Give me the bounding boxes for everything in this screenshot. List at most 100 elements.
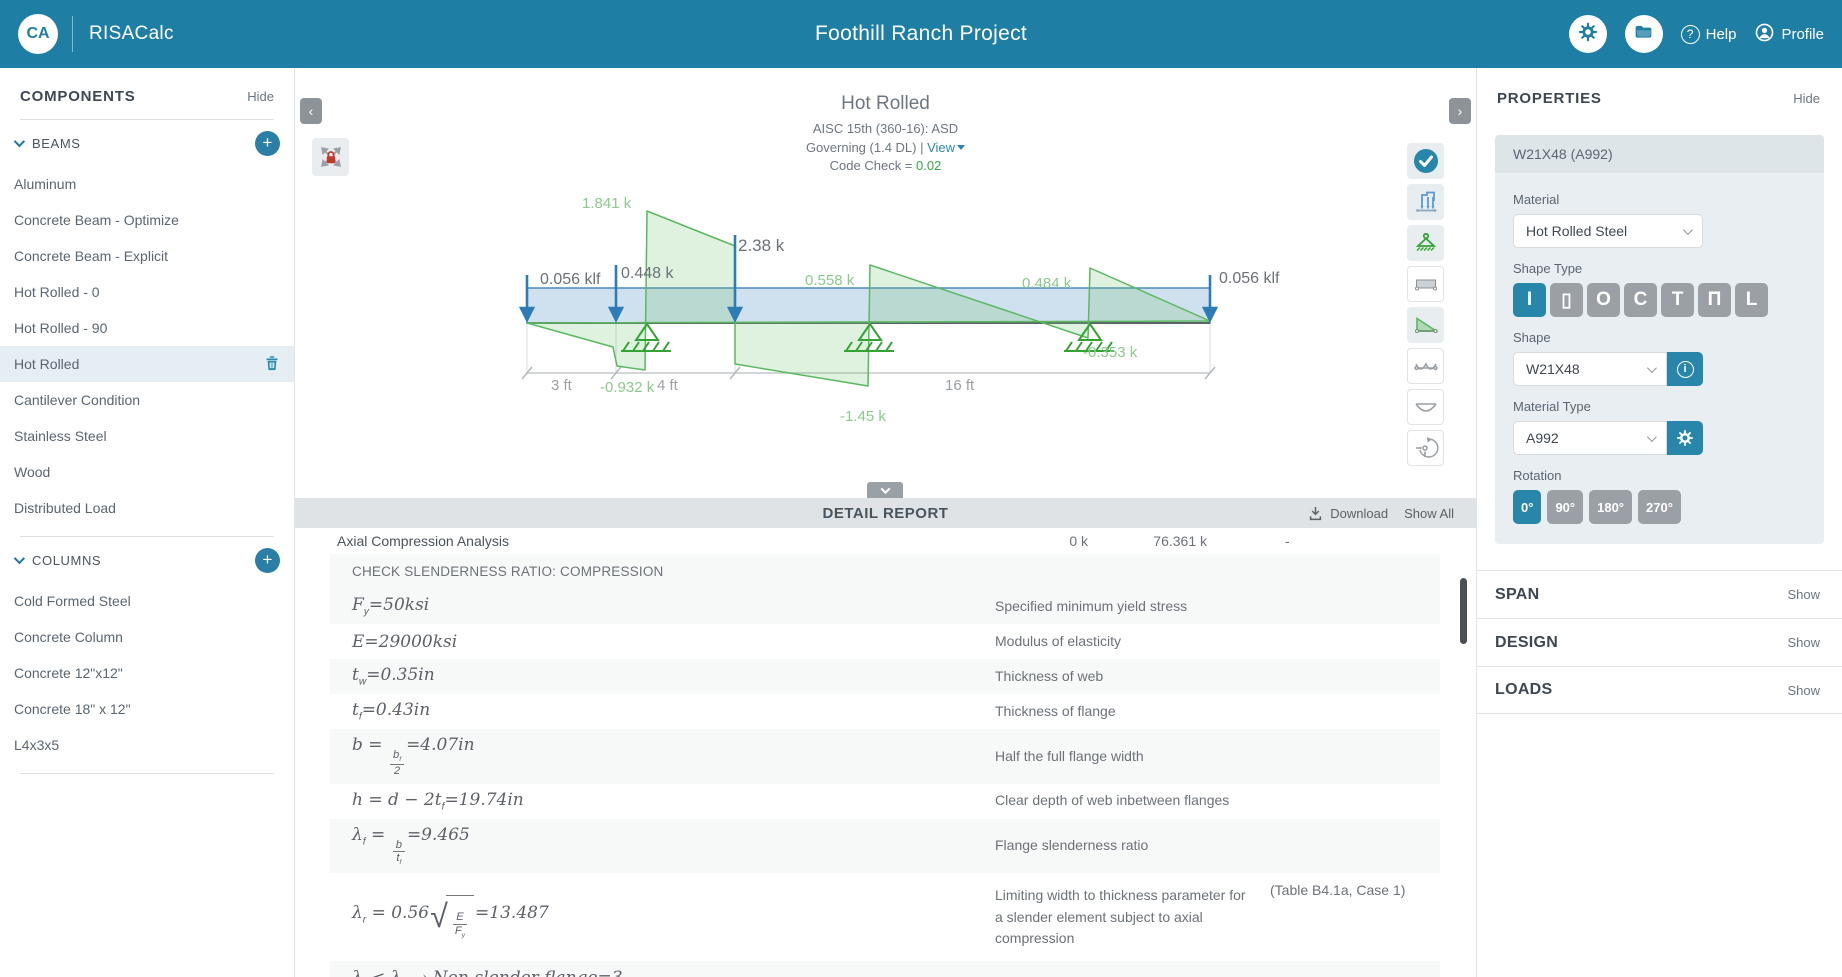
deflection-diagram-toggle[interactable] <box>1407 389 1444 425</box>
load-label-dist-left: 0.056 klf <box>540 271 600 289</box>
show-all-button[interactable]: Show All <box>1404 506 1454 521</box>
sidebar-item-concrete-12x12[interactable]: Concrete 12"x12" <box>0 655 294 691</box>
add-column-button[interactable]: + <box>255 548 280 573</box>
loads-toggle[interactable] <box>1407 184 1444 220</box>
header-divider <box>72 16 73 52</box>
sidebar-item-cold-formed-steel[interactable]: Cold Formed Steel <box>0 583 294 619</box>
table-row: λf = btf=9.465Flange slenderness ratio <box>330 819 1440 874</box>
material-select[interactable]: Hot Rolled Steel <box>1513 214 1703 248</box>
shear-label-neg2: -1.45 k <box>840 408 886 425</box>
top-header: CA RISACalc Foothill Ranch Project <box>0 0 1842 68</box>
rotation-0[interactable]: 0° <box>1513 490 1541 524</box>
material-type-value: A992 <box>1526 430 1559 446</box>
shape-type-angle[interactable]: L <box>1735 283 1768 317</box>
help-icon: ? <box>1681 25 1700 44</box>
loads-section-label: LOADS <box>1495 681 1553 699</box>
profile-icon <box>1754 22 1775 47</box>
beam-diagram <box>295 68 1476 498</box>
shape-info-button[interactable]: i <box>1667 352 1703 386</box>
chevron-down-icon <box>1647 363 1657 373</box>
shape-type-wide-flange[interactable]: I <box>1513 283 1546 317</box>
row-value-demand: 0 k <box>1028 533 1088 549</box>
code-check-toggle[interactable] <box>1407 143 1444 179</box>
diagram-toolbar <box>1407 143 1444 466</box>
shape-select[interactable]: W21X48 <box>1513 352 1667 386</box>
member-toggle[interactable] <box>1407 266 1444 302</box>
rotation-180[interactable]: 180° <box>1589 490 1632 524</box>
chevron-down-icon <box>14 553 25 564</box>
moment-diagram-toggle[interactable] <box>1407 348 1444 384</box>
sidebar-item-l4x3x5[interactable]: L4x3x5 <box>0 727 294 763</box>
row-description: Flange slenderness ratio <box>995 835 1255 857</box>
supports-toggle[interactable] <box>1407 225 1444 261</box>
properties-hide-link[interactable]: Hide <box>1793 91 1820 106</box>
span-show-link[interactable]: Show <box>1787 587 1820 602</box>
span-section-label: SPAN <box>1495 586 1539 604</box>
shape-type-label: Shape Type <box>1513 261 1806 276</box>
sidebar-item-concrete-18x12[interactable]: Concrete 18" x 12" <box>0 691 294 727</box>
settings-button[interactable] <box>1569 15 1607 53</box>
app-window: CA RISACalc Foothill Ranch Project <box>0 0 1842 977</box>
sidebar-item-aluminum[interactable]: Aluminum <box>0 166 294 202</box>
table-row: Fy=50ksiSpecified minimum yield stress <box>330 589 1440 624</box>
row-description: Limiting width to thickness parameter fo… <box>995 885 1255 950</box>
rotation-buttons: 0° 90° 180° 270° <box>1513 490 1806 524</box>
report-scrollbar-thumb[interactable] <box>1460 578 1467 644</box>
shear-diagram-toggle[interactable] <box>1407 307 1444 343</box>
info-icon: i <box>1677 361 1694 378</box>
sidebar-item-concrete-column[interactable]: Concrete Column <box>0 619 294 655</box>
shear-label-s2: 0.558 k <box>805 272 854 289</box>
columns-section-header[interactable]: COLUMNS + <box>0 537 294 583</box>
row-description: Clear depth of web inbetween flanges <box>995 790 1255 812</box>
sidebar-item-hot-rolled-0[interactable]: Hot Rolled - 0 <box>0 274 294 310</box>
rotation-90[interactable]: 90° <box>1547 490 1583 524</box>
design-show-link[interactable]: Show <box>1787 635 1820 650</box>
shape-type-pipe[interactable]: O <box>1587 283 1620 317</box>
material-type-select-row: A992 <box>1513 421 1703 455</box>
gear-icon <box>1578 22 1598 47</box>
help-button[interactable]: ? Help <box>1681 25 1737 44</box>
loads-section[interactable]: LOADS Show <box>1477 666 1842 714</box>
rotation-270[interactable]: 270° <box>1638 490 1681 524</box>
shape-type-tube[interactable]: ▯ <box>1550 283 1583 317</box>
formula: E=29000ksi <box>352 626 457 658</box>
profile-button[interactable]: Profile <box>1754 22 1824 47</box>
sidebar-item-distributed-load[interactable]: Distributed Load <box>0 490 294 526</box>
shear-label-neg3: -0.353 k <box>1083 344 1137 361</box>
delete-icon[interactable] <box>264 354 280 374</box>
material-type-select[interactable]: A992 <box>1513 421 1667 455</box>
table-row: tw=0.35inThickness of web <box>330 659 1440 694</box>
table-row: Axial Compression Analysis 0 k 76.361 k … <box>330 528 1440 554</box>
sidebar-item-stainless-steel[interactable]: Stainless Steel <box>0 418 294 454</box>
loads-show-link[interactable]: Show <box>1787 683 1820 698</box>
shape-type-double-tee[interactable]: Π <box>1698 283 1731 317</box>
main-area: ‹ › Hot Rolled AISC 15th (360-16): ASD <box>295 68 1476 977</box>
collapse-detail-report-button[interactable] <box>867 482 903 498</box>
row-description: Thickness of web <box>995 666 1255 688</box>
span-section[interactable]: SPAN Show <box>1477 570 1842 618</box>
shape-type-channel[interactable]: C <box>1624 283 1657 317</box>
row-value-ratio: - <box>1285 533 1290 549</box>
material-settings-button[interactable] <box>1667 421 1703 455</box>
table-row: tf=0.43inThickness of flange <box>330 694 1440 729</box>
sidebar-item-cantilever-condition[interactable]: Cantilever Condition <box>0 382 294 418</box>
sidebar-title: COMPONENTS <box>20 88 136 105</box>
open-project-button[interactable] <box>1625 15 1663 53</box>
detail-report-title: DETAIL REPORT <box>295 505 1476 522</box>
app-logo: CA <box>18 14 58 54</box>
add-beam-button[interactable]: + <box>255 131 280 156</box>
sidebar-item-concrete-beam-explicit[interactable]: Concrete Beam - Explicit <box>0 238 294 274</box>
app-name: RISACalc <box>89 23 174 45</box>
shape-type-tee[interactable]: T <box>1661 283 1694 317</box>
beams-section-header[interactable]: BEAMS + <box>0 120 294 166</box>
sidebar-hide-link[interactable]: Hide <box>247 89 274 104</box>
rotation-icon <box>1413 435 1439 461</box>
sidebar-item-hot-rolled-selected[interactable]: Hot Rolled <box>0 346 294 382</box>
sidebar-item-hot-rolled-90[interactable]: Hot Rolled - 90 <box>0 310 294 346</box>
design-section[interactable]: DESIGN Show <box>1477 618 1842 666</box>
sidebar-item-concrete-beam-optimize[interactable]: Concrete Beam - Optimize <box>0 202 294 238</box>
sidebar-item-wood[interactable]: Wood <box>0 454 294 490</box>
download-button[interactable]: Download <box>1308 506 1388 521</box>
rotation-reactions-toggle[interactable] <box>1407 430 1444 466</box>
row-label: Axial Compression Analysis <box>337 533 509 549</box>
